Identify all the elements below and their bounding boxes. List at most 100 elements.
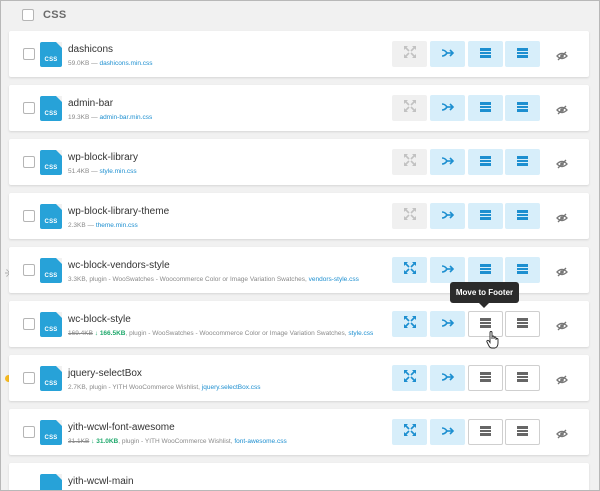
move-to-header-button[interactable] (505, 365, 540, 391)
css-file-icon: CSS (40, 366, 62, 391)
css-file-icon: CSS (40, 150, 62, 175)
async-button[interactable] (430, 365, 465, 391)
expand-button[interactable] (392, 311, 427, 337)
select-all-checkbox[interactable] (22, 9, 34, 21)
move-to-header-button[interactable] (505, 257, 540, 283)
asset-meta: 2.7KB, plugin - YITH WooCommerce Wishlis… (68, 384, 261, 391)
expand-button[interactable] (392, 203, 427, 229)
async-arrow-icon (441, 261, 455, 279)
expand-arrows-icon (403, 45, 416, 63)
row-checkbox[interactable] (23, 426, 35, 438)
async-button[interactable] (430, 203, 465, 229)
asset-file-link[interactable]: style.css (348, 330, 373, 337)
asset-name: admin-bar (68, 98, 114, 109)
expand-arrows-icon (403, 153, 416, 171)
asset-source: , plugin - YITH WooCommerce Wishlist, (85, 384, 202, 391)
expand-button[interactable] (392, 149, 427, 175)
asset-source: — (89, 60, 100, 67)
move-to-header-button[interactable] (505, 95, 540, 121)
asset-size-original: 31.1KB (68, 438, 90, 445)
move-to-header-icon (517, 207, 528, 225)
asset-name: wp-block-library-theme (68, 206, 170, 217)
eye-slash-icon[interactable] (556, 264, 568, 282)
move-to-header-button[interactable] (505, 149, 540, 175)
asset-file-link[interactable]: admin-bar.min.css (99, 114, 152, 121)
eye-slash-icon[interactable] (556, 210, 568, 228)
row-checkbox[interactable] (23, 372, 35, 384)
async-button[interactable] (430, 419, 465, 445)
move-to-header-button[interactable] (505, 203, 540, 229)
move-to-footer-icon (480, 153, 491, 171)
eye-slash-icon[interactable] (556, 48, 568, 66)
move-to-header-icon (517, 369, 528, 387)
move-to-header-button[interactable] (505, 311, 540, 337)
row-checkbox[interactable] (23, 210, 35, 222)
asset-file-link[interactable]: dashicons.min.css (99, 60, 152, 67)
eye-slash-icon[interactable] (556, 102, 568, 120)
list-item: CSS jquery-selectBox 2.7KB, plugin - YIT… (9, 355, 589, 401)
expand-arrows-icon (403, 315, 416, 333)
expand-arrows-icon (403, 423, 416, 441)
asset-meta: 3.3KB, plugin - WooSwatches - Woocommerc… (68, 276, 359, 283)
asset-source: , plugin - WooSwatches - Woocommerce Col… (125, 330, 349, 337)
move-to-header-button[interactable] (505, 41, 540, 67)
list-item: CSS admin-bar 19.3KB — admin-bar.min.css (9, 85, 589, 131)
move-to-footer-button[interactable] (468, 365, 503, 391)
expand-button[interactable] (392, 41, 427, 67)
move-to-footer-button[interactable] (468, 149, 503, 175)
expand-arrows-icon (403, 261, 416, 279)
asset-size: 3.3KB (68, 276, 86, 283)
move-to-footer-icon (480, 99, 491, 117)
section-header: CSS (1, 1, 599, 31)
async-arrow-icon (441, 315, 455, 333)
row-checkbox[interactable] (23, 48, 35, 60)
move-to-footer-button[interactable] (468, 419, 503, 445)
expand-arrows-icon (403, 207, 416, 225)
move-to-footer-button[interactable] (468, 257, 503, 283)
async-button[interactable] (430, 311, 465, 337)
expand-button[interactable] (392, 365, 427, 391)
eye-slash-icon[interactable] (556, 372, 568, 390)
asset-size-optimized: ↓ 166.5KB (94, 330, 126, 337)
move-to-header-button[interactable] (505, 419, 540, 445)
async-arrow-icon (441, 207, 455, 225)
move-to-footer-button[interactable] (468, 41, 503, 67)
move-to-footer-button[interactable] (468, 203, 503, 229)
asset-file-link[interactable]: font-awesome.css (234, 438, 286, 445)
expand-button[interactable] (392, 419, 427, 445)
async-button[interactable] (430, 257, 465, 283)
asset-file-link[interactable]: theme.min.css (96, 222, 138, 229)
asset-name: yith-wcwl-font-awesome (68, 422, 175, 433)
row-checkbox[interactable] (23, 156, 35, 168)
async-arrow-icon (441, 369, 455, 387)
move-to-footer-button[interactable] (468, 95, 503, 121)
async-button[interactable] (430, 41, 465, 67)
eye-slash-icon[interactable] (556, 156, 568, 174)
row-checkbox[interactable] (23, 102, 35, 114)
eye-slash-icon[interactable] (556, 318, 568, 336)
asset-file-link[interactable]: style.min.css (99, 168, 136, 175)
move-to-header-icon (517, 99, 528, 117)
async-button[interactable] (430, 95, 465, 121)
asset-file-link[interactable]: vendors-style.css (309, 276, 359, 283)
move-to-footer-icon (480, 207, 491, 225)
file-type-label: CSS (44, 219, 58, 225)
expand-arrows-icon (403, 99, 416, 117)
css-file-icon: CSS (40, 42, 62, 67)
asset-meta: 169.4KB ↓ 166.5KB, plugin - WooSwatches … (68, 330, 373, 337)
row-checkbox[interactable] (23, 264, 35, 276)
asset-source: , plugin - YITH WooCommerce Wishlist, (118, 438, 235, 445)
eye-slash-icon[interactable] (556, 426, 568, 444)
expand-button[interactable] (392, 95, 427, 121)
asset-meta: 51.4KB — style.min.css (68, 168, 137, 175)
css-assets-panel: CSS CSS dashicons 59.0KB — dashicons.min… (0, 0, 600, 491)
async-arrow-icon (441, 153, 455, 171)
row-checkbox[interactable] (23, 318, 35, 330)
asset-file-link[interactable]: jquery.selectBox.css (202, 384, 261, 391)
async-button[interactable] (430, 149, 465, 175)
asset-size-optimized-value: 31.0KB (96, 438, 119, 445)
move-to-footer-tooltip: Move to Footer (450, 282, 519, 308)
move-to-footer-icon (480, 423, 491, 441)
expand-button[interactable] (392, 257, 427, 283)
css-file-icon (40, 474, 62, 490)
